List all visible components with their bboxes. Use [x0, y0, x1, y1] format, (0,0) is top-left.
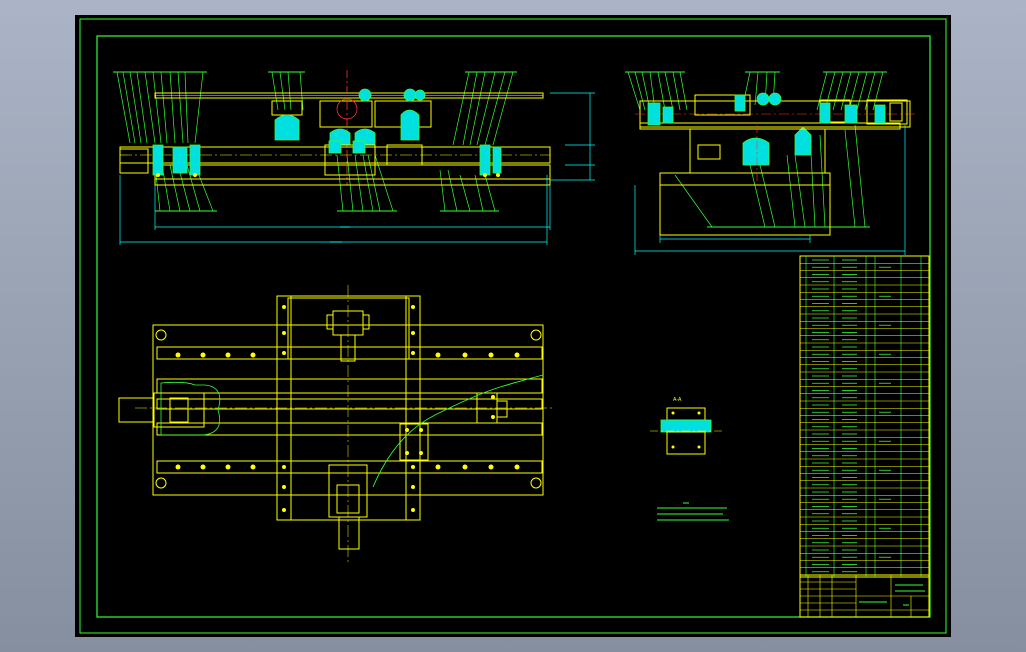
section-label: A-A	[673, 397, 682, 403]
drawing-sheet[interactable]: A-A	[75, 15, 951, 637]
